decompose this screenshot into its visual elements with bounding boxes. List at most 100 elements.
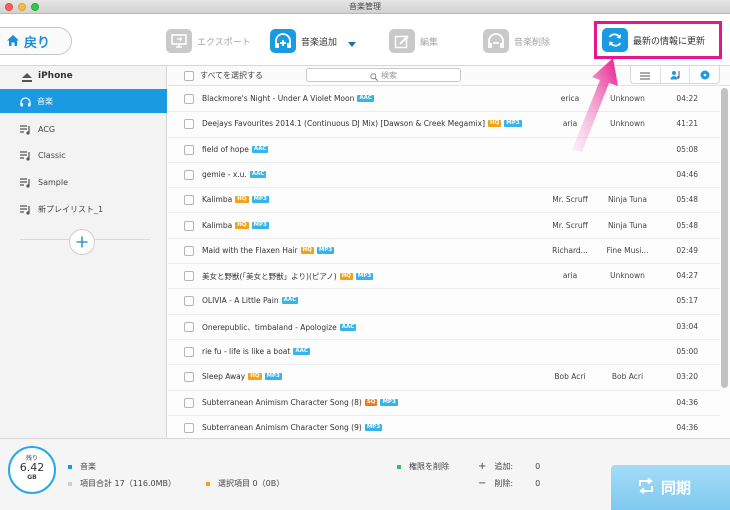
format-badge: MP3 xyxy=(355,273,374,281)
window-title: 音楽管理 xyxy=(349,2,381,11)
device-header[interactable]: iPhone xyxy=(0,66,167,86)
song-title-text: Blackmore's Night - Under A Violet Moon xyxy=(202,94,355,103)
add-music-icon xyxy=(270,29,296,53)
sidebar-item-acg[interactable]: ACG xyxy=(0,117,167,141)
row-checkbox[interactable] xyxy=(184,94,194,104)
sidebar-item-new-playlist[interactable]: 新プレイリスト_1 xyxy=(0,197,167,221)
table-row[interactable]: OLIVIA - A Little Pain AAC 05:17 xyxy=(168,289,720,315)
song-title: Deejays Favourites 2014.1 (Continuous DJ… xyxy=(202,119,522,128)
table-row[interactable]: Onerepublic、timbaland - Apologize AAC 03:0… xyxy=(168,315,720,340)
row-checkbox[interactable] xyxy=(184,271,194,282)
song-title: Onerepublic、timbaland - Apologize AAC xyxy=(202,322,357,333)
eject-icon[interactable] xyxy=(22,67,32,86)
delete-music-button[interactable]: 音楽削除 xyxy=(483,26,550,56)
row-checkbox[interactable] xyxy=(184,397,194,408)
song-title-text: Kalimba xyxy=(202,220,233,230)
sidebar-item-music[interactable]: 音楽 xyxy=(0,89,167,113)
song-title: field of hope AAC xyxy=(202,144,269,154)
table-row[interactable]: rie fu - life is like a boat AAC 05:00 xyxy=(168,340,720,366)
table-row[interactable]: field of hope AAC 05:08 xyxy=(168,138,720,163)
format-badge: MP3 xyxy=(251,221,269,229)
song-title-text: gemie - x.u. xyxy=(202,169,247,179)
table-row[interactable]: gemie - x.u. AAC 04:46 xyxy=(168,163,720,189)
artist-view-tab[interactable] xyxy=(661,66,691,83)
export-button[interactable]: エクスポート xyxy=(166,26,251,56)
back-button-label: 戻り xyxy=(24,35,51,51)
select-all[interactable]: すべてを選択する xyxy=(184,70,263,81)
format-badge: AAC xyxy=(293,348,310,355)
list-header: すべてを選択する 検索 xyxy=(168,66,730,86)
table-row[interactable]: Sleep Away HQ MP3 Bob Acri Bob Acri 03:20 xyxy=(168,365,720,391)
row-checkbox[interactable] xyxy=(184,119,194,130)
table-row[interactable]: Blackmore's Night - Under A Violet Moon A… xyxy=(168,87,720,113)
select-all-checkbox[interactable] xyxy=(184,70,194,81)
song-duration: 41:21 xyxy=(676,119,698,129)
storage-indicator: 残り 6.42 GB xyxy=(8,446,56,494)
add-count-label: 追加: xyxy=(494,462,514,471)
format-badge: MP3 xyxy=(504,120,522,128)
table-row[interactable]: Subterranean Animism Character Song (8) S… xyxy=(168,391,720,416)
row-checkbox[interactable] xyxy=(184,220,194,231)
playlist-icon xyxy=(20,173,32,192)
add-music-button[interactable]: 音楽追加 xyxy=(270,26,337,56)
song-duration: 04:27 xyxy=(676,271,698,281)
song-duration: 04:36 xyxy=(676,397,698,407)
selected-items-label: 選択項目 0（0B） xyxy=(218,479,285,488)
table-row[interactable]: 美女と野獣(「美女と野獣」より)(ピアノ) HQ MP3 aria Unknown 04:… xyxy=(168,264,720,290)
row-checkbox[interactable] xyxy=(184,372,194,383)
song-duration: 05:17 xyxy=(676,296,698,306)
back-button[interactable]: 戻り xyxy=(0,27,72,55)
export-icon xyxy=(166,29,192,53)
delete-count: − 削除: 0 xyxy=(478,478,540,489)
sidebar-item-sample[interactable]: Sample xyxy=(0,170,167,194)
row-checkbox[interactable] xyxy=(184,296,194,307)
row-checkbox[interactable] xyxy=(184,169,194,180)
song-duration: 05:08 xyxy=(676,144,698,154)
edit-button[interactable]: 編集 xyxy=(389,26,438,56)
song-title: Subterranean Animism Character Song (8) S… xyxy=(202,398,398,407)
song-album: Ninja Tuna xyxy=(607,195,648,205)
table-row[interactable]: Subterranean Animism Character Song (9) M… xyxy=(168,416,720,437)
delete-music-icon xyxy=(483,29,509,53)
plus-icon xyxy=(76,233,88,252)
song-title: OLIVIA - A Little Pain AAC xyxy=(202,296,299,305)
sidebar-item-label: Classic xyxy=(38,150,66,160)
quality-badge: HQ xyxy=(300,246,314,254)
sidebar-item-classic[interactable]: Classic xyxy=(0,143,167,167)
sync-button[interactable]: 同期 xyxy=(611,465,730,510)
song-duration: 04:46 xyxy=(676,169,698,179)
row-checkbox[interactable] xyxy=(184,245,194,256)
row-checkbox[interactable] xyxy=(184,422,194,433)
song-title: 美女と野獣(「美女と野獣」より)(ピアノ) HQ MP3 xyxy=(202,271,374,282)
table-row[interactable]: Kalimba HQ MP3 Mr. Scruff Ninja Tuna 05:48 xyxy=(168,214,720,239)
table-row[interactable]: Kalimba HQ MP3 Mr. Scruff Ninja Tuna 05:48 xyxy=(168,188,720,214)
artist-icon xyxy=(670,65,681,84)
search-icon xyxy=(370,66,378,85)
row-checkbox[interactable] xyxy=(184,144,194,155)
add-playlist-button[interactable] xyxy=(69,229,95,255)
search-input[interactable]: 検索 xyxy=(306,68,461,82)
table-row[interactable]: Deejays Favourites 2014.1 (Continuous DJ… xyxy=(168,112,720,138)
row-checkbox[interactable] xyxy=(184,321,194,332)
table-row[interactable]: Maid with the Flaxen Hair HQ MP3 Richard...… xyxy=(168,239,720,265)
headphones-icon xyxy=(20,92,31,111)
song-title-text: field of hope xyxy=(202,144,249,154)
song-album: Bob Acri xyxy=(611,372,644,382)
song-artist: Bob Acri xyxy=(554,372,586,382)
sidebar-item-label: ACG xyxy=(38,124,56,134)
album-view-tab[interactable] xyxy=(690,66,719,83)
list-scrollbar[interactable] xyxy=(721,88,728,388)
list-view-tab[interactable] xyxy=(631,66,661,83)
quality-badge: HQ xyxy=(235,221,249,229)
remove-permission-label: 権限を削除 xyxy=(409,462,449,471)
format-badge: AAC xyxy=(251,145,269,153)
song-title-text: Subterranean Animism Character Song (8) xyxy=(202,397,362,407)
row-checkbox[interactable] xyxy=(184,195,194,206)
refresh-button[interactable]: 最新の情報に更新 xyxy=(594,21,722,59)
total-items: 項目合計 17（116.0MB） xyxy=(68,478,176,489)
home-icon xyxy=(6,32,20,51)
add-music-dropdown-chevron-icon[interactable] xyxy=(348,42,356,47)
total-items-label: 項目合計 17（116.0MB） xyxy=(80,479,177,488)
format-badge: MP3 xyxy=(251,196,269,204)
row-checkbox[interactable] xyxy=(184,347,194,357)
